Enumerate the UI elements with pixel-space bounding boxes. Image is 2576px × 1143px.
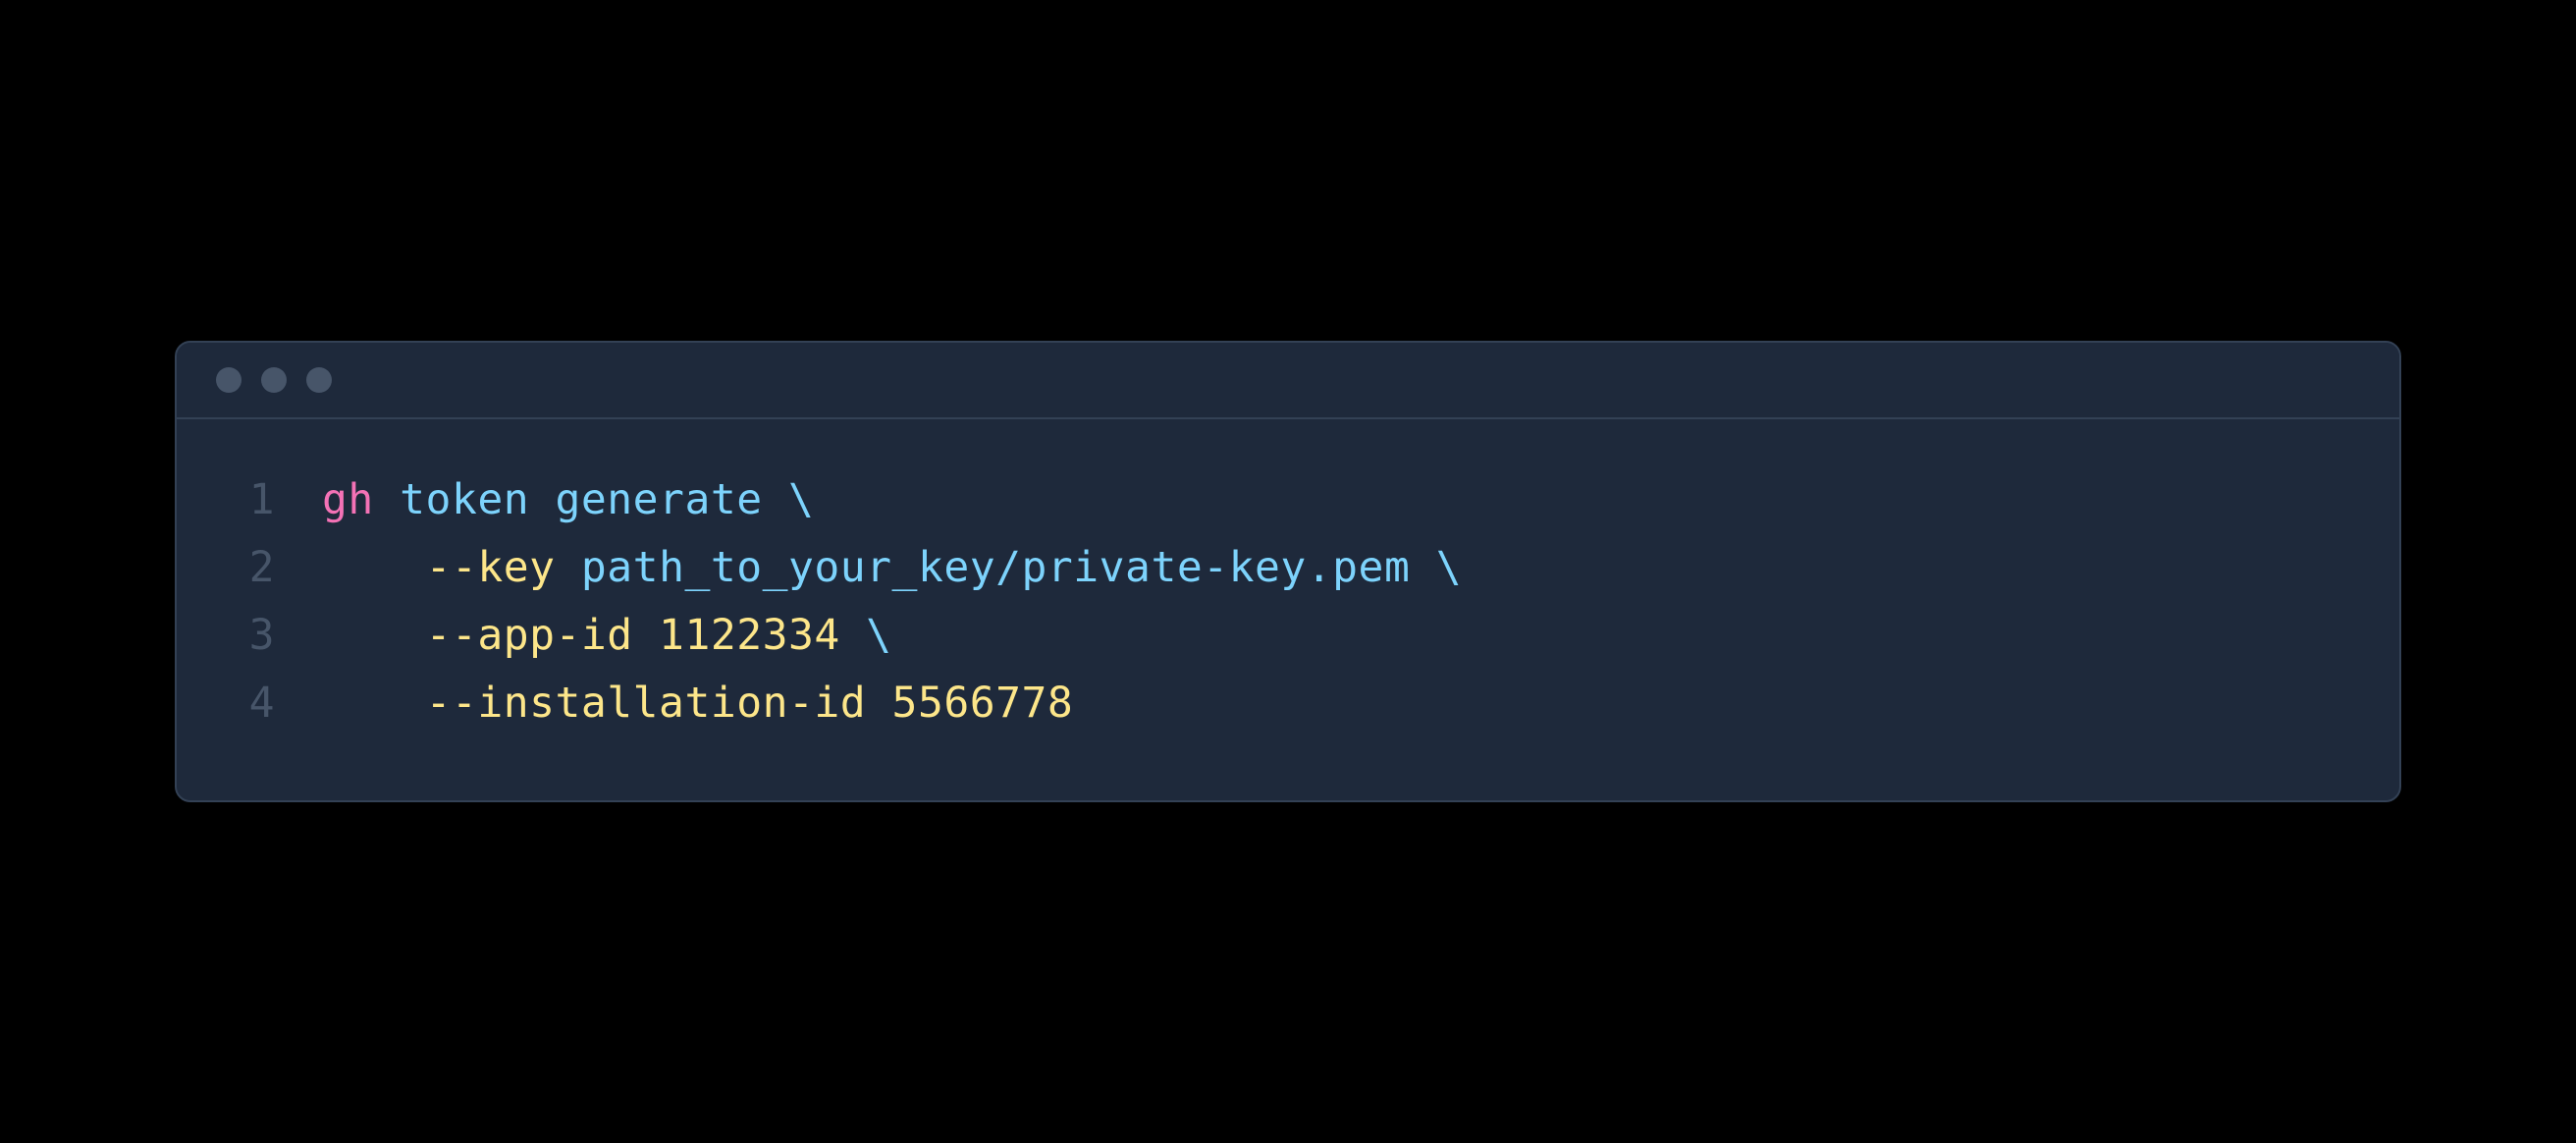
line-number: 3	[216, 602, 275, 670]
line-content: gh token generate \	[322, 466, 814, 534]
code-token: 5566778	[866, 679, 1073, 728]
code-token: \	[1436, 543, 1462, 592]
maximize-icon[interactable]	[306, 367, 332, 393]
code-block: 1gh token generate \2 --key path_to_your…	[177, 419, 2399, 799]
indent	[322, 534, 426, 602]
code-line: 3 --app-id 1122334 \	[216, 602, 2360, 670]
line-content: --installation-id 5566778	[322, 670, 1073, 737]
code-token: --key	[426, 543, 556, 592]
indent	[322, 670, 426, 737]
line-number: 4	[216, 670, 275, 737]
code-token: gh	[322, 475, 374, 524]
titlebar	[177, 343, 2399, 419]
indent	[322, 602, 426, 670]
close-icon[interactable]	[216, 367, 242, 393]
code-token: --app-id	[426, 611, 633, 660]
code-token: --installation-id	[426, 679, 867, 728]
code-token: token generate	[374, 475, 788, 524]
code-line: 1 gh token generate \	[216, 466, 2360, 534]
code-line: 4 --installation-id 5566778	[216, 670, 2360, 737]
code-token: path_to_your_key/private-key.pem	[556, 543, 1436, 592]
line-number: 1	[216, 466, 275, 534]
terminal-window: 1gh token generate \2 --key path_to_your…	[175, 341, 2401, 801]
line-number: 2	[216, 534, 275, 602]
code-token: \	[866, 611, 891, 660]
line-content: --key path_to_your_key/private-key.pem \	[322, 534, 1462, 602]
code-line: 2 --key path_to_your_key/private-key.pem…	[216, 534, 2360, 602]
code-token: \	[788, 475, 814, 524]
line-content: --app-id 1122334 \	[322, 602, 892, 670]
code-token: 1122334	[633, 611, 867, 660]
minimize-icon[interactable]	[261, 367, 287, 393]
